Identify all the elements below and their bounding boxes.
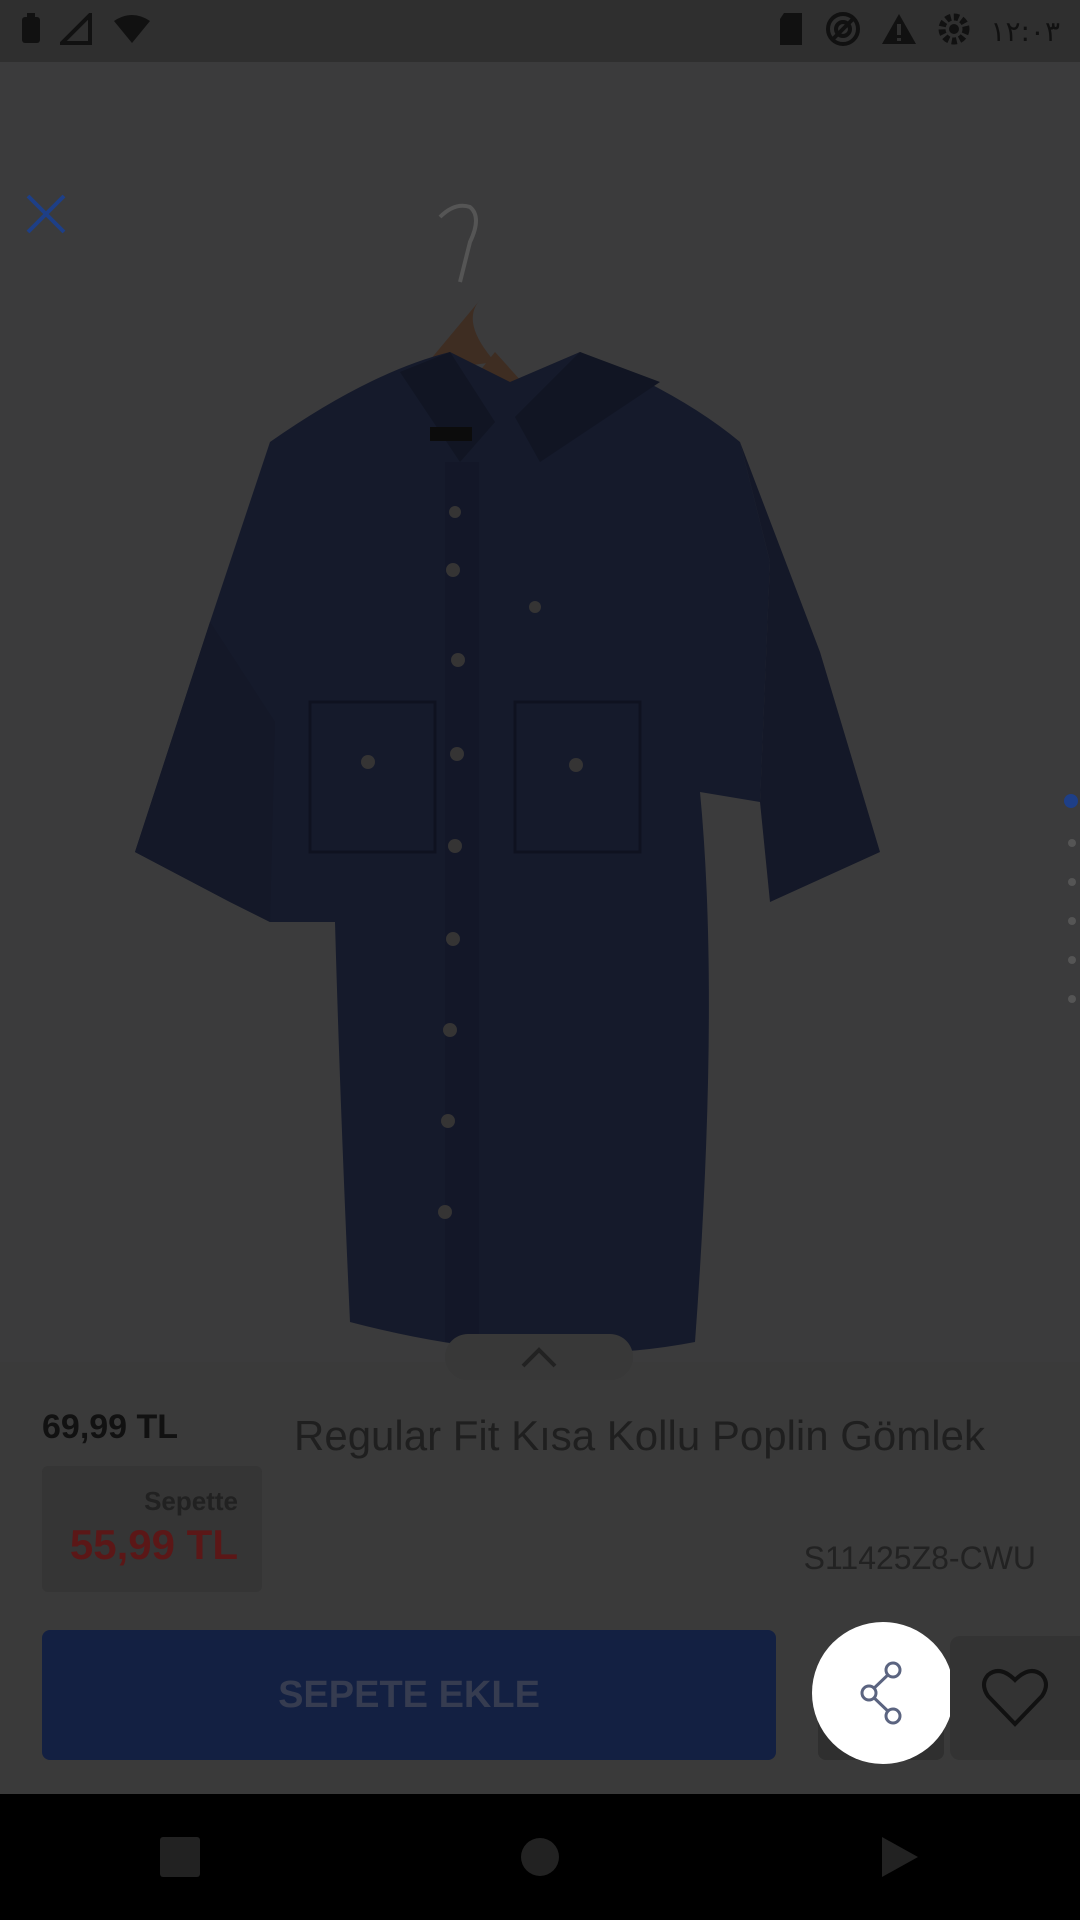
back-button[interactable] xyxy=(870,1827,930,1887)
pagination-dot[interactable] xyxy=(1068,995,1076,1003)
close-icon xyxy=(26,194,66,234)
cart-price: 55,99 TL xyxy=(69,1521,238,1568)
pagination-dot[interactable] xyxy=(1068,956,1076,964)
expand-details-handle[interactable] xyxy=(445,1334,633,1380)
share-button[interactable] xyxy=(812,1622,954,1764)
square-icon xyxy=(160,1837,200,1877)
shirt-illustration xyxy=(135,203,880,1354)
battery-icon xyxy=(20,12,42,50)
pagination-dot[interactable] xyxy=(1068,839,1076,847)
product-sku: S11425Z8-CWU xyxy=(803,1540,1036,1576)
circle-icon xyxy=(521,1838,559,1876)
pagination-dot[interactable] xyxy=(1068,878,1076,886)
heart-icon xyxy=(982,1669,1048,1727)
cart-discount-box: Sepette 55,99 TL xyxy=(42,1466,262,1592)
close-button[interactable] xyxy=(22,190,70,238)
status-bar: ١٢:٠٣ xyxy=(0,0,1080,62)
sd-card-icon xyxy=(776,11,806,52)
system-navigation-bar xyxy=(0,1794,1080,1920)
warning-icon xyxy=(880,12,918,51)
settings-icon xyxy=(936,11,972,52)
chevron-up-icon xyxy=(521,1347,557,1368)
status-time: ١٢:٠٣ xyxy=(990,14,1060,48)
home-button[interactable] xyxy=(510,1827,570,1887)
sync-icon xyxy=(824,10,862,53)
triangle-icon xyxy=(882,1837,918,1877)
product-image[interactable] xyxy=(120,202,960,1402)
recent-apps-button[interactable] xyxy=(150,1827,210,1887)
add-to-cart-button[interactable]: SEPETE EKLE xyxy=(42,1630,776,1760)
image-pagination xyxy=(1056,794,1080,1034)
pagination-dot[interactable] xyxy=(1068,917,1076,925)
favorite-button[interactable] xyxy=(950,1636,1080,1760)
share-icon xyxy=(860,1661,902,1725)
cart-label: Sepette xyxy=(144,1486,238,1516)
product-title: Regular Fit Kısa Kollu Poplin Gömlek xyxy=(294,1412,985,1459)
product-price: 69,99 TL xyxy=(42,1408,179,1446)
signal-icon xyxy=(57,9,94,50)
wifi-icon xyxy=(112,13,152,50)
product-image-gallery[interactable] xyxy=(0,62,1080,1362)
pagination-dot-active[interactable] xyxy=(1064,794,1078,808)
